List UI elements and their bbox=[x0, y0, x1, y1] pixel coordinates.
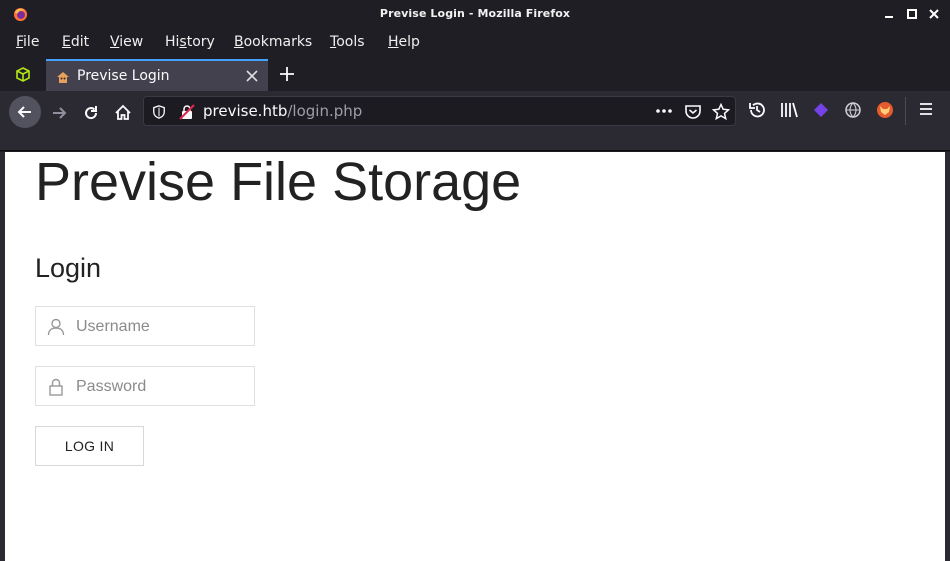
login-heading: Login bbox=[35, 253, 102, 283]
home-button[interactable] bbox=[107, 97, 137, 127]
container-box-icon[interactable] bbox=[14, 66, 32, 84]
login-button[interactable]: LOG IN bbox=[35, 426, 144, 466]
address-bar[interactable]: previse.htb/login.php bbox=[143, 96, 736, 126]
window-right-edge bbox=[945, 152, 950, 561]
history-icon[interactable] bbox=[747, 100, 767, 120]
library-icon[interactable] bbox=[779, 100, 799, 120]
url-host: previse.htb bbox=[203, 102, 288, 120]
back-arrow-icon bbox=[17, 106, 31, 118]
proxy-extension-icon[interactable] bbox=[843, 100, 863, 120]
reload-icon bbox=[85, 106, 98, 120]
lock-icon bbox=[49, 378, 63, 396]
page-actions-ellipsis-icon[interactable] bbox=[655, 108, 673, 114]
user-icon bbox=[47, 318, 65, 336]
page-title: Previse File Storage bbox=[35, 152, 522, 212]
page-content: Previse File Storage Login LOG IN bbox=[5, 152, 945, 561]
password-input[interactable] bbox=[76, 376, 246, 398]
close-window-icon[interactable] bbox=[925, 5, 943, 23]
tab-strip: Previse Login bbox=[0, 57, 950, 91]
pocket-icon[interactable] bbox=[684, 103, 702, 121]
menu-edit[interactable]: Edit bbox=[62, 34, 89, 50]
navigation-toolbar: previse.htb/login.php 4 bbox=[0, 91, 950, 197]
back-button[interactable] bbox=[9, 96, 41, 128]
username-field[interactable] bbox=[35, 306, 255, 346]
toolbar-separator bbox=[905, 97, 906, 125]
new-tab-plus-icon[interactable] bbox=[278, 65, 296, 83]
window-title: Previse Login - Mozilla Firefox bbox=[379, 7, 571, 20]
menu-bookmarks[interactable]: Bookmarks bbox=[234, 34, 312, 50]
menu-file[interactable]: File bbox=[16, 34, 39, 50]
bookmark-star-icon[interactable] bbox=[712, 103, 730, 121]
title-bar: Previse Login - Mozilla Firefox bbox=[0, 0, 950, 29]
extension-purple-icon[interactable] bbox=[811, 100, 831, 120]
username-input[interactable] bbox=[76, 316, 246, 338]
tab-label: Previse Login bbox=[77, 68, 170, 84]
tracking-protection-shield-icon[interactable] bbox=[152, 104, 166, 120]
minimize-icon[interactable] bbox=[880, 5, 898, 23]
reload-button[interactable] bbox=[75, 97, 105, 127]
menu-history[interactable]: History bbox=[165, 34, 215, 50]
insecure-connection-icon[interactable] bbox=[179, 104, 195, 120]
menu-help[interactable]: Help bbox=[388, 34, 420, 50]
tab-previse-login[interactable]: Previse Login bbox=[46, 59, 268, 91]
menu-view[interactable]: View bbox=[110, 34, 143, 50]
menu-tools[interactable]: Tools bbox=[330, 34, 365, 50]
maximize-icon[interactable] bbox=[903, 5, 921, 23]
hamburger-menu-icon[interactable] bbox=[917, 100, 935, 118]
forward-button[interactable] bbox=[43, 97, 73, 127]
url-text[interactable]: previse.htb/login.php bbox=[203, 102, 362, 120]
tab-active-indicator bbox=[46, 59, 268, 61]
forward-arrow-icon bbox=[53, 107, 67, 119]
url-path: /login.php bbox=[287, 102, 363, 120]
toolbar-bottom-strip bbox=[0, 131, 950, 151]
tab-close-icon[interactable] bbox=[245, 69, 259, 83]
home-icon bbox=[115, 104, 131, 120]
firefox-window: Previse Login - Mozilla Firefox File Edi… bbox=[0, 0, 950, 561]
password-field[interactable] bbox=[35, 366, 255, 406]
menu-bar: File Edit View History Bookmarks Tools H… bbox=[0, 29, 950, 57]
site-favicon-icon bbox=[57, 72, 69, 83]
fox-extension-icon[interactable] bbox=[875, 100, 895, 120]
